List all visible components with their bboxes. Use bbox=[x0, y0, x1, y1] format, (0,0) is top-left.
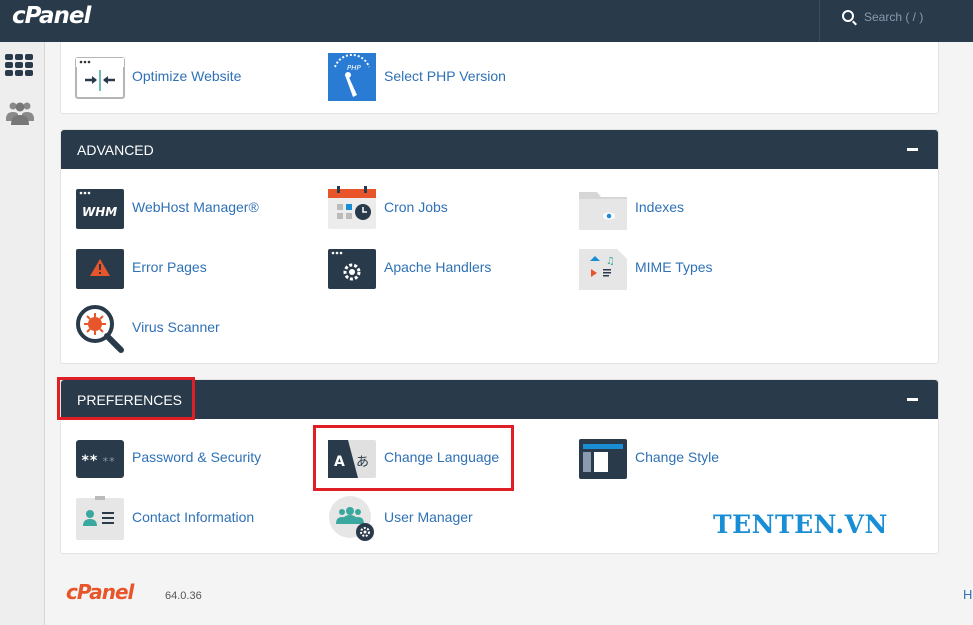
contact-info-icon bbox=[76, 496, 124, 540]
software-section: Optimize Website PHP Select PHP Version bbox=[60, 42, 939, 114]
password-icon: ** ** bbox=[76, 440, 124, 478]
watermark-text: TENTEN.VN bbox=[713, 510, 888, 539]
select-php-version-link[interactable]: PHP Select PHP Version bbox=[327, 53, 567, 103]
svg-text:**: ** bbox=[81, 453, 98, 469]
error-pages-label: Error Pages bbox=[132, 259, 207, 275]
top-navbar: cPanel bbox=[0, 0, 973, 42]
footer-link[interactable]: H bbox=[963, 587, 972, 602]
svg-text:**: ** bbox=[102, 455, 115, 468]
password-security-label: Password & Security bbox=[132, 449, 262, 465]
search-icon bbox=[842, 10, 854, 22]
user-manager-label: User Manager bbox=[384, 509, 473, 525]
user-manager-icon bbox=[329, 496, 374, 541]
left-sidebar bbox=[0, 42, 45, 625]
version-text: 64.0.36 bbox=[165, 590, 202, 602]
change-language-label: Change Language bbox=[384, 449, 500, 465]
search-box[interactable] bbox=[819, 0, 973, 42]
optimize-website-label: Optimize Website bbox=[132, 68, 242, 84]
change-style-icon bbox=[579, 439, 627, 479]
user-manager-link[interactable]: User Manager bbox=[327, 494, 567, 544]
webhost-manager-label: WebHost Manager® bbox=[132, 199, 259, 215]
cron-jobs-label: Cron Jobs bbox=[384, 199, 448, 215]
apache-handlers-icon bbox=[328, 249, 376, 289]
password-security-link[interactable]: ** ** Password & Security bbox=[75, 434, 315, 484]
apache-handlers-label: Apache Handlers bbox=[384, 259, 492, 275]
virus-scanner-icon bbox=[76, 305, 124, 353]
mime-types-link[interactable]: ♫ MIME Types bbox=[578, 244, 818, 294]
collapse-icon[interactable] bbox=[907, 398, 918, 401]
footer-cpanel-logo: cPanel bbox=[66, 580, 134, 604]
cron-jobs-link[interactable]: Cron Jobs bbox=[327, 184, 567, 234]
svg-text:WHM: WHM bbox=[82, 205, 117, 219]
indexes-link[interactable]: Indexes bbox=[578, 184, 818, 234]
virus-scanner-label: Virus Scanner bbox=[132, 319, 220, 335]
preferences-header[interactable]: PREFERENCES bbox=[61, 380, 938, 419]
collapse-icon[interactable] bbox=[907, 148, 918, 151]
mime-types-icon: ♫ bbox=[579, 249, 627, 290]
error-pages-icon bbox=[76, 249, 124, 289]
whm-icon: WHM bbox=[76, 189, 124, 229]
apache-handlers-link[interactable]: Apache Handlers bbox=[327, 244, 567, 294]
users-icon[interactable] bbox=[5, 97, 35, 127]
preferences-title: PREFERENCES bbox=[77, 392, 183, 408]
php-version-icon: PHP bbox=[328, 53, 376, 101]
virus-scanner-link[interactable]: Virus Scanner bbox=[75, 304, 315, 354]
contact-information-link[interactable]: Contact Information bbox=[75, 494, 315, 544]
advanced-title: ADVANCED bbox=[77, 142, 154, 158]
svg-text:A: A bbox=[334, 454, 345, 470]
change-style-label: Change Style bbox=[635, 449, 720, 465]
cpanel-logo[interactable]: cPanel bbox=[12, 3, 91, 29]
change-language-link[interactable]: A あ Change Language bbox=[327, 434, 567, 484]
svg-text:あ: あ bbox=[356, 455, 369, 470]
optimize-website-icon bbox=[75, 57, 125, 99]
search-input[interactable] bbox=[864, 8, 964, 26]
advanced-header[interactable]: ADVANCED bbox=[61, 130, 938, 169]
svg-text:♫: ♫ bbox=[606, 256, 615, 267]
error-pages-link[interactable]: Error Pages bbox=[75, 244, 315, 294]
change-style-link[interactable]: Change Style bbox=[578, 434, 818, 484]
advanced-section: ADVANCED WHM WebHost Manager® Cron Jobs … bbox=[60, 129, 939, 364]
indexes-label: Indexes bbox=[635, 199, 685, 215]
change-language-icon: A あ bbox=[328, 440, 376, 478]
webhost-manager-link[interactable]: WHM WebHost Manager® bbox=[75, 184, 315, 234]
cron-jobs-icon bbox=[328, 186, 376, 229]
svg-text:PHP: PHP bbox=[347, 64, 361, 72]
mime-types-label: MIME Types bbox=[635, 259, 713, 275]
optimize-website-link[interactable]: Optimize Website bbox=[75, 53, 315, 103]
indexes-icon bbox=[579, 192, 627, 230]
select-php-version-label: Select PHP Version bbox=[384, 68, 506, 84]
contact-information-label: Contact Information bbox=[132, 509, 255, 525]
grid-icon[interactable] bbox=[5, 54, 33, 76]
